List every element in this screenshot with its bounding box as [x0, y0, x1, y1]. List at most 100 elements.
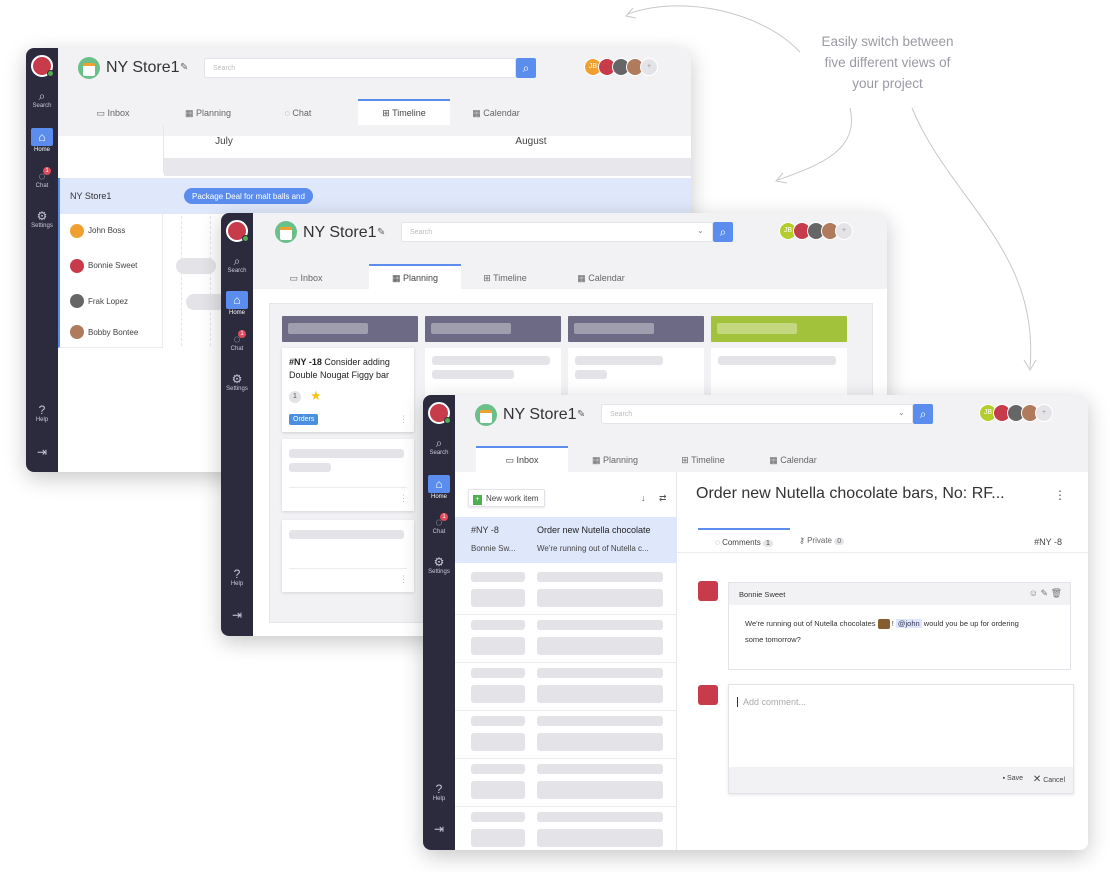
- edit-icon[interactable]: ✎: [1041, 588, 1049, 598]
- search-button[interactable]: ⌕: [516, 58, 536, 78]
- member-avatars[interactable]: JB +: [779, 222, 853, 242]
- tag-orders[interactable]: Orders: [289, 414, 319, 425]
- placeholder: [471, 572, 525, 582]
- tab-planning[interactable]: ▦ Planning: [570, 446, 660, 472]
- more-icon[interactable]: ⋮: [399, 574, 408, 585]
- logout-button[interactable]: ⇥: [423, 823, 455, 836]
- gear-icon: ⚙: [433, 555, 445, 569]
- card[interactable]: ⋮: [282, 439, 414, 511]
- member-avatars[interactable]: JB +: [584, 58, 658, 78]
- tab-inbox[interactable]: ▭ Inbox: [476, 446, 568, 472]
- kebab-menu-icon[interactable]: ⋮: [1054, 488, 1066, 502]
- comment-composer[interactable]: Add comment... ▪ Save ✕ Cancel: [728, 684, 1074, 794]
- trash-icon[interactable]: 🗑: [1051, 588, 1062, 598]
- sidebar-search-label: Search: [32, 103, 52, 109]
- add-member-icon[interactable]: +: [1035, 404, 1053, 422]
- mention[interactable]: @john: [895, 619, 922, 628]
- tab-timeline[interactable]: ⊞ Timeline: [465, 264, 545, 290]
- sidebar-settings[interactable]: ⚙ Settings: [423, 556, 455, 575]
- tab-planning[interactable]: ▦ Planning: [168, 99, 248, 125]
- cancel-button[interactable]: ✕ Cancel: [1033, 774, 1065, 785]
- tab-calendar[interactable]: ▦ Calendar: [561, 264, 641, 290]
- tab-timeline[interactable]: ⊞ Timeline: [358, 99, 450, 125]
- add-member-icon[interactable]: +: [835, 222, 853, 240]
- column-header[interactable]: [711, 316, 847, 342]
- comment-input[interactable]: Add comment...: [737, 697, 806, 707]
- search-input[interactable]: Search: [204, 58, 516, 78]
- sidebar-home[interactable]: ⌂ Home: [26, 128, 58, 153]
- sidebar-search[interactable]: ⌕ Search: [221, 255, 253, 274]
- star-icon[interactable]: ★: [310, 388, 322, 404]
- chevron-down-icon[interactable]: ⌄: [697, 226, 704, 235]
- member-avatars[interactable]: JB +: [979, 404, 1053, 424]
- column-header[interactable]: [568, 316, 704, 342]
- search-button[interactable]: ⌕: [913, 404, 933, 424]
- tab-private[interactable]: ⚷ Private 0: [799, 536, 845, 545]
- project-title: NY Store1: [503, 406, 577, 423]
- list-item-selected[interactable]: #NY -8 Order new Nutella chocolate Bonni…: [455, 517, 677, 563]
- user-avatar[interactable]: [31, 55, 54, 77]
- tab-calendar[interactable]: ▦ Calendar: [753, 446, 833, 472]
- tab-timeline[interactable]: ⊞ Timeline: [663, 446, 743, 472]
- sidebar-help[interactable]: ? Help: [221, 568, 253, 587]
- sidebar-chat[interactable]: ◌ 1 Chat: [423, 513, 455, 535]
- placeholder: [471, 716, 525, 726]
- card[interactable]: ⋮: [282, 520, 414, 592]
- search-input[interactable]: Search: [601, 404, 913, 424]
- list-item-placeholder[interactable]: [455, 663, 677, 711]
- tab-comments[interactable]: ◌ Comments 1: [698, 528, 790, 552]
- card[interactable]: #NY -18 Consider adding Double Nougat Fi…: [282, 348, 414, 432]
- list-item-placeholder[interactable]: [455, 711, 677, 759]
- edit-icon[interactable]: ✎: [180, 62, 188, 73]
- comment-header: Bonnie Sweet ☺ ✎ 🗑: [729, 583, 1070, 605]
- column-header[interactable]: [425, 316, 561, 342]
- item-preview: We're running out of Nutella c...: [537, 544, 649, 553]
- list-item-placeholder[interactable]: [455, 807, 677, 850]
- tab-label: Planning: [195, 108, 232, 118]
- avatar: [698, 685, 718, 705]
- new-work-item-button[interactable]: + New work item: [468, 489, 546, 507]
- add-member-icon[interactable]: +: [640, 58, 658, 76]
- timeline-event[interactable]: Package Deal for malt balls and: [184, 188, 313, 204]
- sidebar-settings[interactable]: ⚙ Settings: [221, 373, 253, 392]
- refresh-icon[interactable]: ⇄: [659, 493, 667, 504]
- sidebar-chat[interactable]: ◌ 1 Chat: [221, 330, 253, 352]
- emoji-icon[interactable]: ☺: [1029, 588, 1038, 598]
- sidebar-home[interactable]: ⌂ Home: [423, 475, 455, 500]
- edit-icon[interactable]: ✎: [377, 227, 385, 238]
- tab-planning[interactable]: ▦ Planning: [369, 264, 461, 290]
- row-label: John Boss: [88, 226, 126, 235]
- tab-inbox[interactable]: ▭ Inbox: [271, 264, 341, 290]
- save-button[interactable]: ▪ Save: [1003, 775, 1023, 782]
- comment-body: We're running out of Nutella chocolates …: [729, 605, 1070, 659]
- user-avatar[interactable]: [226, 220, 249, 242]
- sidebar-search[interactable]: ⌕ Search: [26, 90, 58, 109]
- search-input[interactable]: Search: [401, 222, 713, 242]
- sort-icon[interactable]: ↓: [641, 493, 646, 503]
- search-icon: ⌕: [233, 254, 241, 268]
- sidebar-chat-label: Chat: [432, 529, 446, 535]
- search-button[interactable]: ⌕: [713, 222, 733, 242]
- tab-calendar[interactable]: ▦ Calendar: [456, 99, 536, 125]
- logout-button[interactable]: ⇥: [26, 446, 58, 459]
- more-icon[interactable]: ⋮: [399, 493, 408, 504]
- sidebar-settings[interactable]: ⚙ Settings: [26, 210, 58, 229]
- sidebar-home[interactable]: ⌂ Home: [221, 291, 253, 316]
- tab-chat[interactable]: ◌ Chat: [263, 99, 333, 125]
- tab-inbox[interactable]: ▭ Inbox: [78, 99, 148, 125]
- sidebar-help[interactable]: ? Help: [26, 404, 58, 423]
- sidebar-chat[interactable]: ◌ 1 Chat: [26, 167, 58, 189]
- logout-button[interactable]: ⇥: [221, 609, 253, 622]
- sidebar-search[interactable]: ⌕ Search: [423, 437, 455, 456]
- list-item-placeholder[interactable]: [455, 759, 677, 807]
- list-item-placeholder[interactable]: [455, 615, 677, 663]
- list-item-placeholder[interactable]: [455, 567, 677, 615]
- user-avatar[interactable]: [428, 402, 451, 424]
- edit-icon[interactable]: ✎: [577, 409, 585, 420]
- tab-label: Calendar: [588, 273, 625, 283]
- sidebar-help[interactable]: ? Help: [423, 783, 455, 802]
- timeline-row-project[interactable]: [58, 178, 691, 214]
- more-icon[interactable]: ⋮: [399, 414, 408, 425]
- column-header[interactable]: [282, 316, 418, 342]
- chevron-down-icon[interactable]: ⌄: [898, 408, 905, 417]
